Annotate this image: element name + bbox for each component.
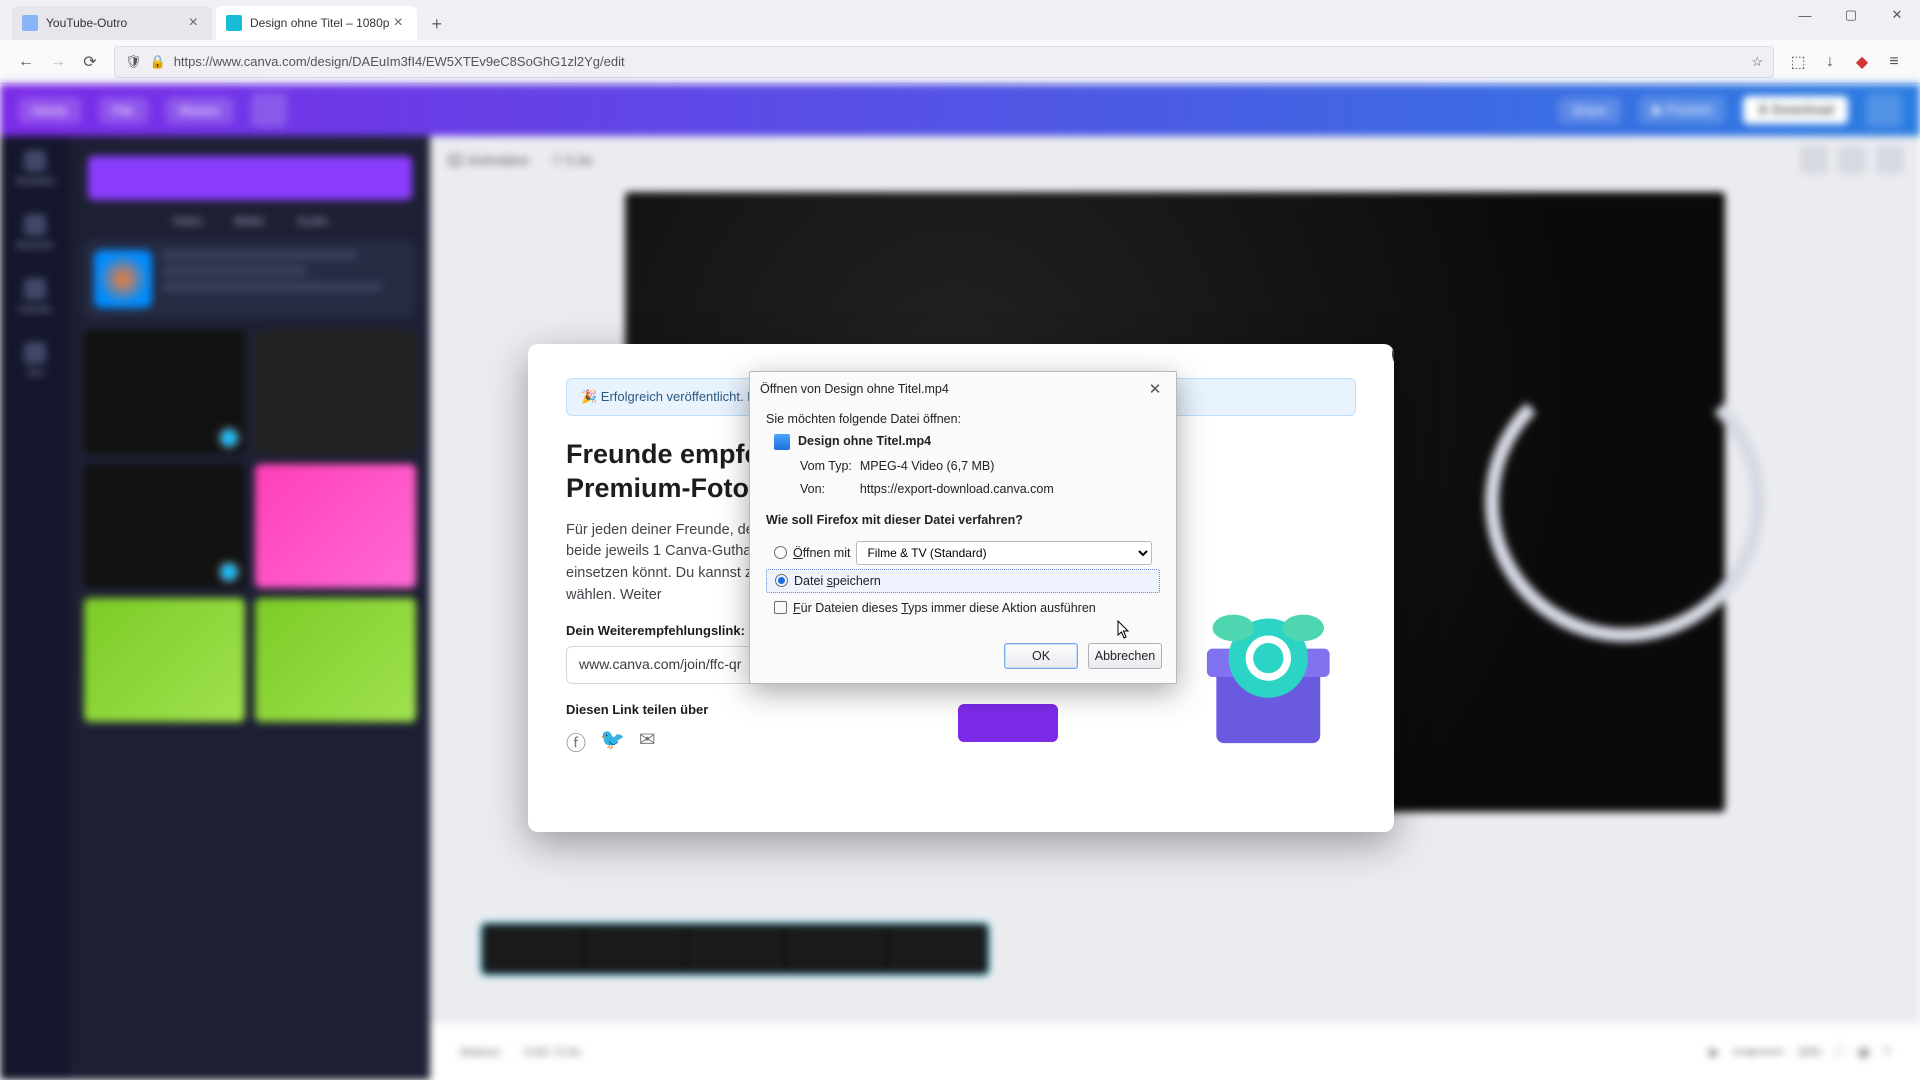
new-tab-button[interactable]: + [421, 8, 453, 40]
browser-tabstrip: YouTube-Outro × Design ohne Titel – 1080… [0, 0, 1920, 40]
present-button[interactable]: ▶ Present [1639, 96, 1725, 124]
facebook-icon[interactable]: ⓕ [566, 727, 586, 756]
window-maximize-button[interactable]: ▢ [1828, 0, 1874, 30]
shield-icon: 🛡 [125, 54, 142, 70]
dialog-question: Wie soll Firefox mit dieser Datei verfah… [766, 513, 1160, 527]
dialog-title: Öffnen von Design ohne Titel.mp4 [760, 382, 949, 396]
copy-link-button[interactable] [958, 704, 1058, 742]
close-tab-icon[interactable]: × [389, 14, 406, 32]
window-close-button[interactable]: ✕ [1874, 0, 1920, 30]
more-button[interactable] [1866, 93, 1902, 127]
url-bar[interactable]: 🛡 🔒 https://www.canva.com/design/DAEuIm3… [114, 46, 1774, 78]
firefox-download-dialog: Öffnen von Design ohne Titel.mp4 ✕ Sie m… [749, 371, 1177, 684]
extension-icon[interactable]: ◆ [1846, 46, 1878, 78]
home-button[interactable]: Home [18, 97, 81, 124]
bookmark-star-icon[interactable]: ☆ [1751, 54, 1763, 70]
undo-button[interactable] [251, 93, 287, 127]
favicon-icon [22, 15, 38, 31]
radio-icon [775, 574, 788, 587]
radio-icon [774, 546, 787, 559]
lock-icon: 🔒 [150, 54, 166, 70]
option-open-with[interactable]: Öffnen mit Filme & TV (Standard) [766, 537, 1160, 569]
window-minimize-button[interactable]: — [1782, 0, 1828, 30]
nav-reload-button[interactable]: ⟳ [74, 46, 106, 78]
dialog-close-button[interactable]: ✕ [1144, 378, 1166, 400]
checkbox-icon [774, 601, 787, 614]
twitter-icon[interactable]: 🐦 [600, 727, 625, 756]
tab-title: Design ohne Titel – 1080p [250, 16, 389, 30]
file-meta-table: Vom Typ:MPEG-4 Video (6,7 MB) Von:https:… [798, 454, 1056, 503]
browser-navbar: ← → ⟳ 🛡 🔒 https://www.canva.com/design/D… [0, 40, 1920, 84]
option-always-action[interactable]: Für Dateien dieses Typs immer diese Akti… [766, 593, 1160, 619]
cancel-button[interactable]: Abbrechen [1088, 643, 1162, 669]
gift-illustration [1188, 592, 1358, 762]
modal-close-button[interactable]: ✕ [1392, 344, 1394, 370]
resize-menu[interactable]: Resize [166, 97, 234, 124]
downloads-icon[interactable]: ↓ [1814, 46, 1846, 78]
option-save-file[interactable]: Datei speichern [766, 569, 1160, 593]
dialog-titlebar: Öffnen von Design ohne Titel.mp4 ✕ [750, 372, 1176, 406]
dialog-prompt: Sie möchten folgende Datei öffnen: [766, 412, 1160, 426]
dialog-filename: Design ohne Titel.mp4 [798, 434, 931, 448]
window-controls: — ▢ ✕ [1782, 0, 1920, 30]
nav-forward-button[interactable]: → [42, 46, 74, 78]
favicon-icon [226, 15, 242, 31]
tab-canva-design[interactable]: Design ohne Titel – 1080p × [216, 6, 417, 40]
open-with-select[interactable]: Filme & TV (Standard) [856, 541, 1152, 565]
close-tab-icon[interactable]: × [185, 14, 202, 32]
app-menu-icon[interactable]: ≡ [1878, 46, 1910, 78]
download-button[interactable]: ⬇ Download [1743, 96, 1848, 124]
file-menu[interactable]: File [99, 97, 148, 124]
file-type-icon [774, 434, 790, 450]
share-button[interactable]: Share [1558, 97, 1621, 124]
tab-title: YouTube-Outro [46, 16, 127, 30]
nav-back-button[interactable]: ← [10, 46, 42, 78]
tab-youtube-outro[interactable]: YouTube-Outro × [12, 6, 212, 40]
pocket-icon[interactable]: ⬚ [1782, 46, 1814, 78]
url-text: https://www.canva.com/design/DAEuIm3fI4/… [174, 54, 625, 69]
ok-button[interactable]: OK [1004, 643, 1078, 669]
email-icon[interactable]: ✉ [639, 727, 656, 756]
